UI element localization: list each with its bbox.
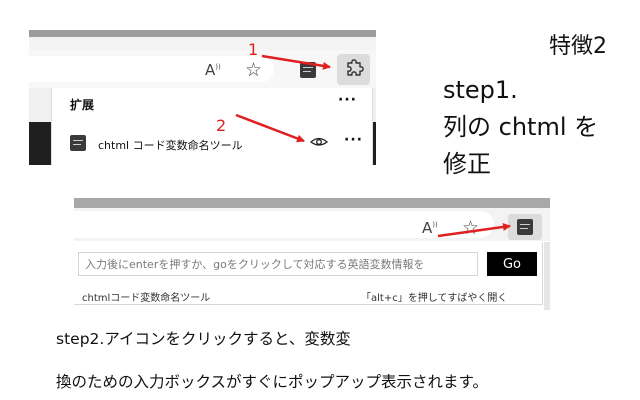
step2-line: step2.アイコンをクリックすると、変数変: [56, 330, 351, 348]
extension-name-label: chtmlコード変数命名ツール: [82, 293, 211, 304]
step1-line: 列の chtml を: [443, 113, 599, 141]
tab-bar: [29, 37, 376, 50]
extension-item-name[interactable]: chtml コード変数命名ツール: [98, 137, 243, 153]
extension-icon: [517, 219, 533, 235]
read-aloud-icon[interactable]: A)): [205, 61, 221, 79]
favorite-star-icon[interactable]: ☆: [462, 217, 479, 239]
window-top-strip: [74, 198, 550, 208]
shortcut-hint: 「alt+c」を押してすばやく開く: [361, 293, 508, 304]
annotation-marker-1: 1: [248, 40, 259, 59]
screenshot-popup: A)) ☆ Go chtmlコード変数命名ツール 「alt+c」を押してすばやく…: [74, 198, 550, 310]
window-top-strip: [29, 30, 376, 37]
extension-button[interactable]: [508, 214, 542, 240]
favorite-star-icon[interactable]: ☆: [245, 59, 262, 81]
chtml-extension-icon: [70, 135, 86, 151]
panel-title: 扩展: [70, 98, 95, 112]
extension-item-more-icon[interactable]: ···: [344, 132, 363, 148]
step1-line: 修正: [443, 150, 491, 178]
extension-icon[interactable]: [300, 62, 316, 78]
page-side-area: [544, 242, 550, 310]
extensions-puzzle-button[interactable]: [337, 54, 370, 85]
address-bar[interactable]: [29, 56, 274, 82]
annotation-marker-2: 2: [216, 116, 227, 135]
go-button[interactable]: Go: [487, 252, 537, 276]
feature-title: 特徴2: [549, 34, 607, 59]
eye-icon[interactable]: [310, 134, 328, 148]
variable-name-input[interactable]: [78, 252, 478, 276]
puzzle-icon: [347, 59, 364, 76]
extensions-panel: 扩展 ··· chtml コード変数命名ツール ···: [51, 88, 373, 165]
step2-line: 換のための入力ボックスがすぐにポップアップ表示されます。: [56, 373, 488, 391]
step1-text: step1. 列の chtml を 修正: [443, 72, 598, 183]
panel-more-icon[interactable]: ···: [338, 92, 357, 108]
variable-naming-popup: Go chtmlコード変数命名ツール 「alt+c」を押してすばやく開く: [74, 242, 543, 305]
step1-line: step1.: [443, 76, 518, 104]
screenshot-extensions-panel: A)) ☆ 扩展 ··· chtml コード変数命名ツール ···: [29, 30, 376, 165]
read-aloud-icon[interactable]: A)): [422, 219, 438, 237]
